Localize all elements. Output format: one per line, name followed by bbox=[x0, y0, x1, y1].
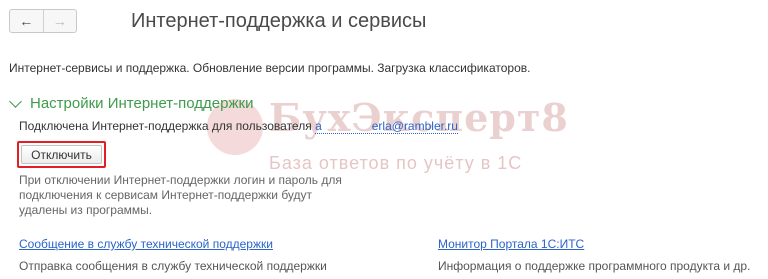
back-button[interactable]: ← bbox=[10, 10, 43, 32]
user-email-link[interactable]: a erla@rambler.ru bbox=[315, 119, 458, 134]
arrow-left-icon: ← bbox=[19, 13, 34, 29]
chevron-down-icon bbox=[9, 94, 22, 108]
page-subtitle: Интернет-сервисы и поддержка. Обновление… bbox=[9, 61, 531, 75]
tech-support-message-link[interactable]: Сообщение в службу технической поддержки bbox=[19, 237, 273, 251]
watermark-subtitle: База ответов по учёту в 1С bbox=[269, 153, 523, 173]
navigation-buttons: ← → bbox=[9, 9, 77, 33]
connection-status: Подключена Интернет-поддержка для пользо… bbox=[19, 119, 458, 134]
support-settings-section-toggle[interactable]: Настройки Интернет-поддержки bbox=[9, 94, 254, 112]
arrow-right-icon: → bbox=[52, 13, 67, 29]
section-title: Настройки Интернет-поддержки bbox=[30, 95, 254, 112]
disconnect-button-highlight: Отключить bbox=[17, 141, 106, 168]
tech-support-message-description: Отправка сообщения в службу технической … bbox=[19, 259, 327, 273]
forward-button[interactable]: → bbox=[42, 10, 77, 32]
page-title: Интернет-поддержка и сервисы bbox=[131, 10, 427, 32]
connected-label: Подключена Интернет-поддержка для пользо… bbox=[19, 119, 312, 133]
its-portal-monitor-description: Информация о поддержке программного прод… bbox=[438, 259, 751, 273]
disconnect-button[interactable]: Отключить bbox=[21, 145, 102, 164]
watermark: БухЭксперт8 База ответов по учёту в 1С bbox=[207, 95, 587, 185]
disconnect-note: При отключении Интернет-поддержки логин … bbox=[19, 173, 342, 217]
its-portal-monitor-link[interactable]: Монитор Портала 1С:ИТС bbox=[438, 237, 584, 251]
